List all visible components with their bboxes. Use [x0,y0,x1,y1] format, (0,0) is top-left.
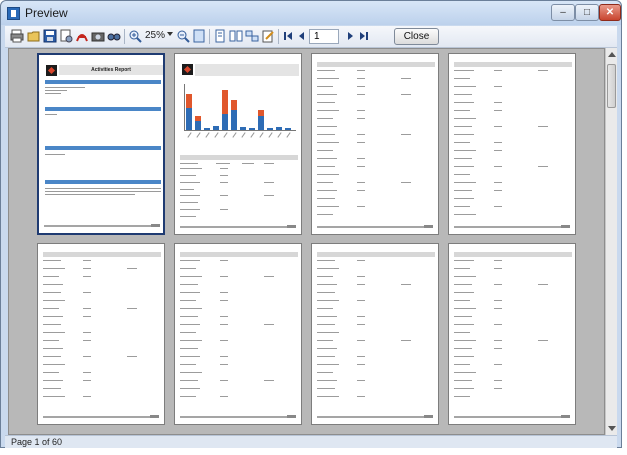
section-header [45,107,161,111]
status-bar: Page 1 of 60 [5,435,617,448]
save-icon[interactable] [43,29,57,43]
toolbar-separator [278,29,279,44]
prev-page-icon[interactable] [295,29,309,43]
edit-icon[interactable] [261,29,275,43]
pdf-icon[interactable] [75,29,89,43]
window-title: Preview [25,6,68,20]
title-bar[interactable]: Preview – □ ✕ [1,1,621,25]
thumbnails-icon[interactable] [245,29,259,43]
multi-page-icon[interactable] [229,29,243,43]
page-thumbnail[interactable] [174,243,302,425]
maximize-button[interactable]: □ [575,4,599,21]
toolbar-separator [209,29,210,44]
scroll-up-icon[interactable] [608,52,616,57]
window-close-button[interactable]: ✕ [599,4,621,21]
minimize-button[interactable]: – [551,4,575,21]
preview-window: Preview – □ ✕ 25% 1 Close Activities Rep… [0,0,622,448]
zoom-in-icon[interactable] [128,29,142,43]
next-page-icon[interactable] [343,29,357,43]
page-thumbnail[interactable] [311,243,439,425]
fit-page-icon[interactable] [192,29,206,43]
section-header [45,80,161,84]
zoom-out-icon[interactable] [176,29,190,43]
page-thumbnail[interactable] [37,243,165,425]
zoom-select[interactable]: 25% [145,30,165,41]
company-logo [46,65,57,76]
scroll-thumb[interactable] [607,64,616,108]
scroll-down-icon[interactable] [608,426,616,431]
toolbar: 25% 1 Close [5,26,617,48]
toolbar-separator [124,29,125,44]
first-page-icon[interactable] [281,29,295,43]
page-number-input[interactable]: 1 [309,29,339,44]
close-button[interactable]: Close [394,28,439,45]
zoom-dropdown-icon[interactable] [167,32,173,36]
open-icon[interactable] [27,29,41,43]
company-logo [182,64,193,75]
report-header [195,64,299,76]
print-setup-icon[interactable] [59,29,73,43]
print-icon[interactable] [10,29,24,43]
page-thumbnail-area[interactable]: Activities Report [8,48,605,435]
camera-icon[interactable] [91,29,105,43]
page-thumbnail[interactable] [311,53,439,235]
last-page-icon[interactable] [357,29,371,43]
single-page-icon[interactable] [213,29,227,43]
bar-chart [184,84,296,130]
page-thumbnail[interactable] [174,53,302,235]
report-title: Activities Report [59,65,163,75]
app-icon [7,7,20,20]
page-thumbnail[interactable]: Activities Report [37,53,165,235]
page-thumbnail[interactable] [448,243,576,425]
section-header [45,146,161,150]
find-icon[interactable] [107,29,121,43]
vertical-scrollbar[interactable] [605,48,617,435]
page-thumbnail[interactable] [448,53,576,235]
section-header [45,180,161,184]
